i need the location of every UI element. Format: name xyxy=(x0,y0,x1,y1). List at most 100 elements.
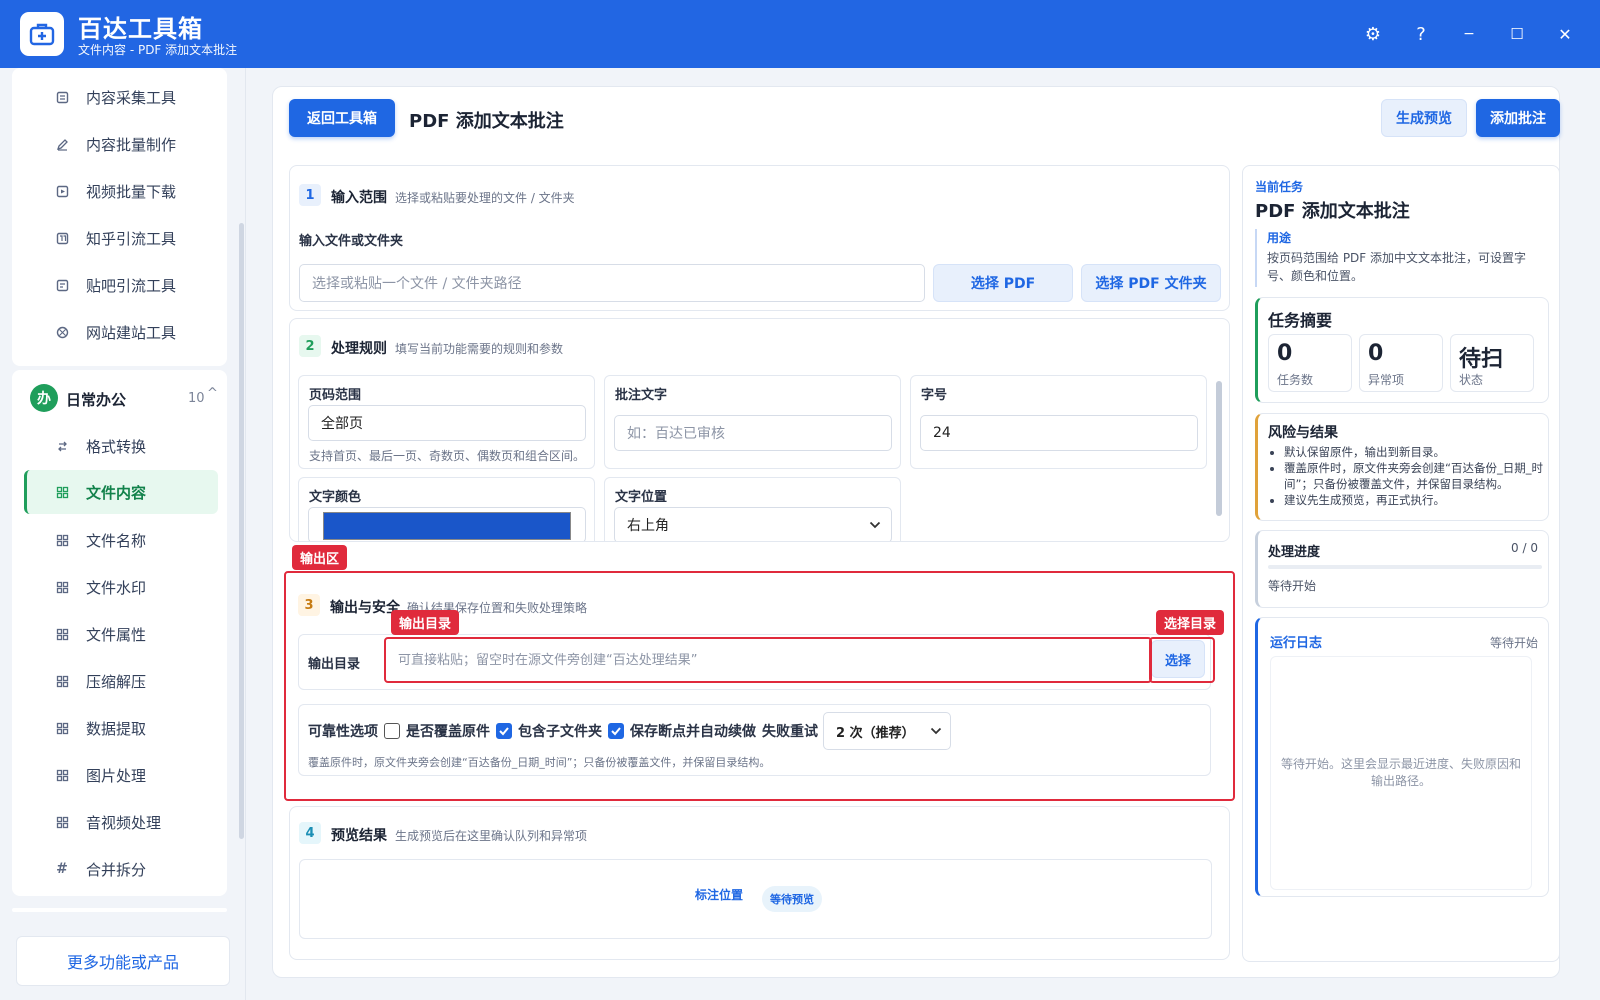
text-position-label: 文字位置 xyxy=(615,490,668,505)
sidebar-item-label: 文件属性 xyxy=(86,625,147,644)
overwrite-checkbox[interactable] xyxy=(384,723,400,739)
chevron-down-icon xyxy=(930,727,942,735)
help-icon[interactable]: ? xyxy=(1407,20,1435,48)
video-icon xyxy=(54,185,70,198)
progress-status: 等待开始 xyxy=(1268,579,1317,593)
select-pdf-button[interactable]: 选择 PDF xyxy=(933,264,1073,302)
chevron-down-icon xyxy=(869,521,881,529)
grid-icon xyxy=(54,581,70,594)
font-size-input[interactable]: 24 xyxy=(920,415,1198,451)
page-range-hint: 支持首页、最后一页、奇数页、偶数页和组合区间。 xyxy=(309,449,586,463)
risk-result-card: 风险与结果 默认保留原件，输出到新目录。 覆盖原件时，原文件夹旁会创建“百达备份… xyxy=(1255,413,1549,521)
sidebar-item-label: 视频批量下载 xyxy=(86,182,177,201)
maximize-button[interactable]: ☐ xyxy=(1503,20,1531,48)
sidebar-item-file-content[interactable]: 文件内容 xyxy=(24,470,218,514)
sidebar-item-label: 图片处理 xyxy=(86,766,147,785)
sidebar-item-website[interactable]: 网站建站工具 xyxy=(24,310,218,354)
preview-table: 标注位置 等待预览 xyxy=(299,859,1212,939)
stat-status: 待扫 状态 xyxy=(1450,334,1534,392)
risk-title: 风险与结果 xyxy=(1268,425,1338,441)
output-dir-highlight xyxy=(384,637,1152,683)
sidebar-scrollbar[interactable] xyxy=(239,223,244,839)
select-pdf-folder-button[interactable]: 选择 PDF 文件夹 xyxy=(1081,264,1221,302)
rules-scroll-thumb[interactable] xyxy=(1216,381,1222,516)
sidebar-item-file-name[interactable]: 文件名称 xyxy=(24,518,218,562)
purpose-text: 按页码范围给 PDF 添加中文文本批注，可设置字号、颜色和位置。 xyxy=(1267,251,1527,283)
select-dir-highlight xyxy=(1149,637,1215,683)
add-annotation-button[interactable]: 添加批注 xyxy=(1476,99,1560,137)
text-color-card: 文字颜色 xyxy=(298,477,595,541)
sidebar-item-file-attributes[interactable]: 文件属性 xyxy=(24,612,218,656)
step-number: 3 xyxy=(298,594,320,616)
log-status: 等待开始 xyxy=(1489,636,1538,650)
text-color-label: 文字颜色 xyxy=(309,490,362,505)
font-size-card: 字号 24 xyxy=(910,375,1207,469)
sidebar: 内容采集工具 内容批量制作 视频批量下载 知乎引流工具 贴吧引流工具 网站建站工… xyxy=(0,68,246,1000)
sidebar-item-compress[interactable]: 压缩解压 xyxy=(24,659,218,703)
text-position-value: 右上角 xyxy=(627,518,669,534)
select-dir-tag: 选择目录 xyxy=(1156,610,1225,635)
retry-select[interactable]: 2 次（推荐） xyxy=(823,712,951,750)
sidebar-item-label: 数据提取 xyxy=(86,719,147,738)
input-field-label: 输入文件或文件夹 xyxy=(299,234,404,249)
sidebar-item-label: 知乎引流工具 xyxy=(86,229,177,248)
sidebar-item-merge-split[interactable]: # 合并拆分 xyxy=(24,847,218,891)
group-badge: 办 xyxy=(30,384,58,412)
annotation-text-card: 批注文字 如：百达已审核 xyxy=(604,375,901,469)
sidebar-item-data-extract[interactable]: 数据提取 xyxy=(24,706,218,750)
grid-icon xyxy=(54,769,70,782)
text-color-picker[interactable] xyxy=(308,507,586,541)
back-to-toolbox-button[interactable]: 返回工具箱 xyxy=(289,99,395,137)
risk-list: 默认保留原件，输出到新目录。 覆盖原件时，原文件夹旁会创建“百达备份_日期_时间… xyxy=(1284,444,1546,508)
document-icon xyxy=(54,91,70,104)
sidebar-item-content-collect[interactable]: 内容采集工具 xyxy=(24,75,218,119)
pen-icon xyxy=(54,138,70,151)
page-title: PDF 添加文本批注 xyxy=(409,111,564,132)
resume-label: 保存断点并自动续做 xyxy=(630,724,756,740)
overwrite-note: 覆盖原件时，原文件夹旁会创建“百达备份_日期_时间”；只备份被覆盖文件，并保留目… xyxy=(308,756,771,769)
subfolder-checkbox[interactable] xyxy=(496,723,512,739)
rules-scrollbar[interactable] xyxy=(1216,369,1222,531)
chevron-up-icon[interactable]: ^ xyxy=(207,386,218,401)
sidebar-item-audio-video[interactable]: 音视频处理 xyxy=(24,800,218,844)
sidebar-group-header[interactable]: 办 日常办公 10 ^ xyxy=(20,379,218,417)
section-input-range: 1 输入范围 选择或粘贴要处理的文件 / 文件夹 输入文件或文件夹 选择或粘贴一… xyxy=(289,165,1230,311)
sidebar-item-content-batch[interactable]: 内容批量制作 xyxy=(24,122,218,166)
generate-preview-button[interactable]: 生成预览 xyxy=(1381,99,1467,137)
grid-icon xyxy=(54,675,70,688)
close-button[interactable]: ✕ xyxy=(1551,20,1579,48)
sidebar-item-image[interactable]: 图片处理 xyxy=(24,753,218,797)
step-number: 2 xyxy=(299,335,321,357)
page-range-card: 页码范围 全部页 支持首页、最后一页、奇数页、偶数页和组合区间。 xyxy=(298,375,595,469)
font-size-label: 字号 xyxy=(921,388,948,403)
text-position-select[interactable]: 右上角 xyxy=(614,507,892,541)
log-content: 等待开始。这里会显示最近进度、失败原因和输出路径。 xyxy=(1270,656,1532,890)
overwrite-label: 是否覆盖原件 xyxy=(406,724,490,740)
text-position-card: 文字位置 右上角 xyxy=(604,477,901,541)
sidebar-item-zhihu[interactable]: 知乎引流工具 xyxy=(24,216,218,260)
sidebar-item-tieba[interactable]: 贴吧引流工具 xyxy=(24,263,218,307)
log-title: 运行日志 xyxy=(1270,636,1323,651)
settings-icon[interactable]: ⚙ xyxy=(1359,20,1387,48)
retry-label: 失败重试 xyxy=(762,724,818,740)
minimize-button[interactable]: − xyxy=(1455,20,1483,48)
section-title: 处理规则 xyxy=(331,341,387,357)
stat-label: 任务数 xyxy=(1277,373,1314,387)
zhihu-icon xyxy=(54,232,70,245)
input-path-field[interactable]: 选择或粘贴一个文件 / 文件夹路径 xyxy=(299,264,925,302)
reliability-label: 可靠性选项 xyxy=(308,724,378,740)
sidebar-item-label: 压缩解压 xyxy=(86,672,147,691)
sidebar-item-file-watermark[interactable]: 文件水印 xyxy=(24,565,218,609)
sidebar-item-format-convert[interactable]: 格式转换 xyxy=(24,424,218,468)
sidebar-item-label: 音视频处理 xyxy=(86,813,162,832)
risk-item: 建议先生成预览，再正式执行。 xyxy=(1284,492,1546,508)
stat-label: 异常项 xyxy=(1368,373,1405,387)
sidebar-item-video-download[interactable]: 视频批量下载 xyxy=(24,169,218,213)
page-range-input[interactable]: 全部页 xyxy=(308,405,586,441)
annotation-text-input[interactable]: 如：百达已审核 xyxy=(614,415,892,451)
grid-icon xyxy=(54,534,70,547)
grid-icon xyxy=(54,722,70,735)
more-products-link[interactable]: 更多功能或产品 xyxy=(16,936,230,986)
resume-checkbox[interactable] xyxy=(608,723,624,739)
app-logo xyxy=(20,12,64,56)
